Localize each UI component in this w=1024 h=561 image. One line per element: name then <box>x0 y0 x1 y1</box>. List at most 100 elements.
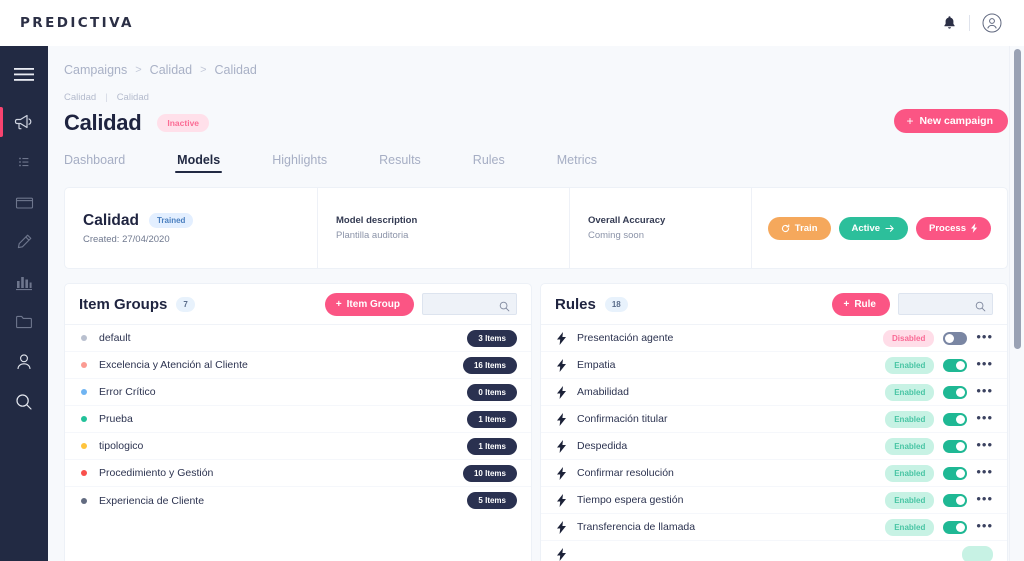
breadcrumb-item-2[interactable]: Calidad <box>215 63 257 77</box>
tab-metrics[interactable]: Metrics <box>557 153 597 173</box>
process-button[interactable]: Process <box>916 216 991 240</box>
process-label: Process <box>929 222 966 234</box>
item-groups-search[interactable] <box>422 293 517 315</box>
lightning-icon <box>557 385 566 399</box>
rule-toggle[interactable] <box>943 385 968 399</box>
tab-results[interactable]: Results <box>379 153 421 173</box>
rule-toggle[interactable] <box>943 439 968 453</box>
tab-models[interactable]: Models <box>175 153 223 173</box>
item-groups-panel: Item Groups 7 + Item Group default 3 Ite… <box>64 283 532 561</box>
rule-state-badge: Disabled <box>883 329 935 347</box>
add-item-group-button[interactable]: + Item Group <box>324 292 414 316</box>
rules-search[interactable] <box>898 293 993 315</box>
item-group-label: Error Crítico <box>99 386 156 398</box>
item-group-row[interactable]: Excelencia y Atención al Cliente 16 Items <box>65 352 531 379</box>
rule-row[interactable]: Confirmación titular Enabled ••• <box>541 406 1007 433</box>
rule-row[interactable]: Despedida Enabled ••• <box>541 433 1007 460</box>
rule-label: Amabilidad <box>577 386 629 398</box>
rule-toggle[interactable] <box>943 358 968 372</box>
sidebar-item-search[interactable] <box>0 382 48 422</box>
lightning-icon <box>557 493 566 507</box>
rule-row[interactable]: Amabilidad Enabled ••• <box>541 379 1007 406</box>
item-group-row[interactable]: Experiencia de Cliente 5 Items <box>65 487 531 514</box>
tab-dashboard[interactable]: Dashboard <box>64 153 125 173</box>
rule-toggle[interactable] <box>943 331 968 345</box>
arrow-right-icon <box>885 224 894 232</box>
scrollbar-thumb[interactable] <box>1014 49 1021 349</box>
sidebar-item-campaigns[interactable] <box>0 102 48 142</box>
sidebar-item-archive[interactable] <box>0 182 48 222</box>
item-group-label: Excelencia y Atención al Cliente <box>99 359 248 371</box>
sidebar-item-menu[interactable] <box>0 58 48 92</box>
top-bar-divider <box>969 15 970 31</box>
tab-bar: Dashboard Models Highlights Results Rule… <box>64 153 1008 173</box>
panels-row: Item Groups 7 + Item Group default 3 Ite… <box>64 283 1008 561</box>
sidebar-item-analytics[interactable] <box>0 262 48 302</box>
group-color-dot <box>81 497 87 504</box>
user-circle-icon[interactable] <box>982 13 1002 33</box>
model-status-badge: Trained <box>148 213 194 228</box>
rule-menu-button[interactable]: ••• <box>976 384 993 398</box>
add-item-group-label: Item Group <box>346 298 400 310</box>
item-group-row[interactable]: Error Crítico 0 Items <box>65 379 531 406</box>
rule-toggle[interactable] <box>943 466 968 480</box>
item-group-row[interactable]: default 3 Items <box>65 325 531 352</box>
page-scrollbar[interactable] <box>1009 46 1024 561</box>
model-name: Calidad <box>83 211 139 229</box>
model-description-label: Model description <box>336 215 418 226</box>
rule-menu-button[interactable]: ••• <box>976 438 993 452</box>
rule-row[interactable]: Presentación agente Disabled ••• <box>541 325 1007 352</box>
breadcrumb-item-1[interactable]: Calidad <box>150 63 192 77</box>
group-color-dot <box>81 389 87 395</box>
sidebar-item-lists[interactable] <box>0 142 48 182</box>
new-campaign-button[interactable]: + New campaign <box>894 109 1008 133</box>
model-summary-card: Calidad Trained Created: 27/04/2020 Mode… <box>64 187 1008 269</box>
tab-rules[interactable]: Rules <box>473 153 505 173</box>
rule-row[interactable]: Empatia Enabled ••• <box>541 352 1007 379</box>
rule-label: Despedida <box>577 440 628 452</box>
rule-state-badge: Enabled <box>885 491 935 509</box>
plus-icon: + <box>843 298 850 310</box>
item-group-row[interactable]: tipologico 1 Items <box>65 433 531 460</box>
breadcrumb-item-0[interactable]: Campaigns <box>64 63 127 77</box>
bell-icon[interactable] <box>942 15 957 31</box>
rule-state-badge <box>961 546 993 561</box>
item-group-row[interactable]: Prueba 1 Items <box>65 406 531 433</box>
rule-menu-button[interactable]: ••• <box>976 519 993 533</box>
rule-row[interactable]: Tiempo espera gestión Enabled ••• <box>541 487 1007 514</box>
item-count-badge: 3 Items <box>467 329 517 347</box>
tab-highlights[interactable]: Highlights <box>272 153 327 173</box>
item-group-row[interactable]: Procedimiento y Gestión 10 Items <box>65 460 531 487</box>
sidebar-item-users[interactable] <box>0 342 48 382</box>
item-count-badge: 0 Items <box>467 383 517 401</box>
sidebar-item-annotations[interactable] <box>0 222 48 262</box>
page-title: Calidad <box>64 110 142 135</box>
item-group-label: Prueba <box>99 413 133 425</box>
rule-menu-button[interactable]: ••• <box>976 492 993 506</box>
sub-breadcrumb-left: Calidad <box>64 92 97 103</box>
add-rule-button[interactable]: + Rule <box>832 292 890 316</box>
rule-menu-button[interactable]: ••• <box>976 357 993 371</box>
rule-row-partial[interactable] <box>541 541 1007 561</box>
rule-menu-button[interactable]: ••• <box>976 330 993 344</box>
rule-state-badge: Enabled <box>885 437 935 455</box>
rule-row[interactable]: Confirmar resolución Enabled ••• <box>541 460 1007 487</box>
rules-panel: Rules 18 + Rule Presentación agente Disa… <box>540 283 1008 561</box>
group-color-dot <box>81 362 87 368</box>
main-content-area: Campaigns > Calidad > Calidad Calidad | … <box>48 46 1024 561</box>
rule-label: Tiempo espera gestión <box>577 494 684 506</box>
rule-menu-button[interactable]: ••• <box>976 411 993 425</box>
rule-toggle[interactable] <box>943 493 968 507</box>
rule-toggle[interactable] <box>943 520 968 534</box>
group-color-dot <box>81 470 87 476</box>
train-button[interactable]: Train <box>767 216 831 240</box>
rule-menu-button[interactable]: ••• <box>976 465 993 479</box>
rule-label: Transferencia de llamada <box>577 521 696 533</box>
lightning-icon <box>557 520 566 534</box>
active-button[interactable]: Active <box>838 216 909 240</box>
model-description-section: Model description Plantilla auditoria <box>317 188 569 268</box>
rule-toggle[interactable] <box>943 412 968 426</box>
sidebar-item-folders[interactable] <box>0 302 48 342</box>
sub-breadcrumb-right: Calidad <box>116 92 149 103</box>
rule-row[interactable]: Transferencia de llamada Enabled ••• <box>541 514 1007 541</box>
